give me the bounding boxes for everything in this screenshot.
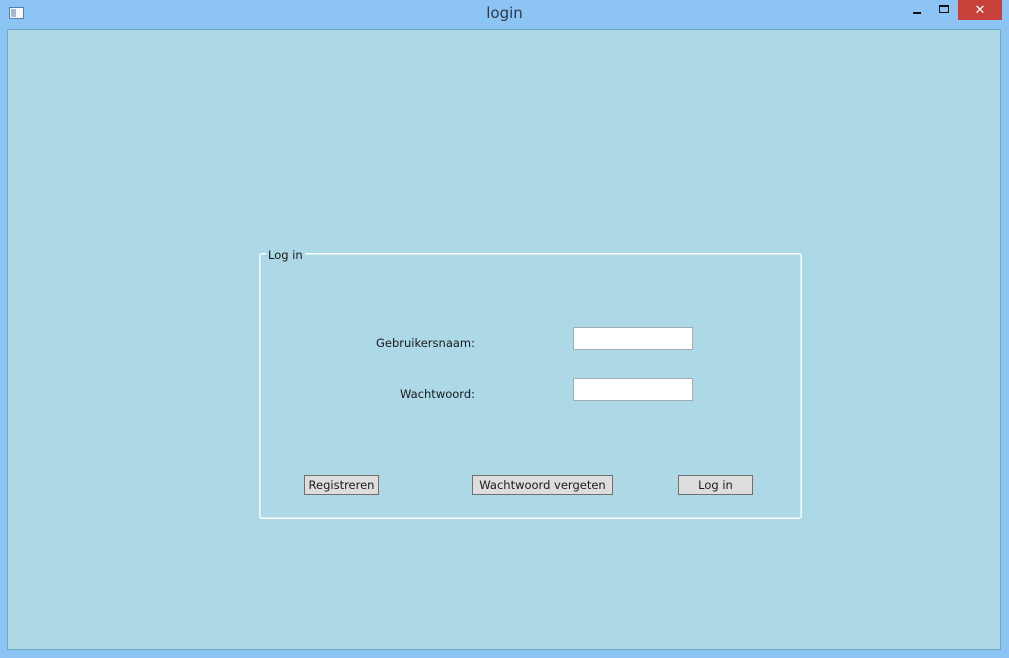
groupbox-legend: Log in — [266, 248, 305, 262]
password-label: Wachtwoord: — [400, 387, 475, 401]
login-window: login ✕ Log in Gebruikersnaam: Wachtwoor… — [0, 0, 1009, 658]
password-field-box[interactable] — [573, 378, 693, 401]
login-groupbox: Log in Gebruikersnaam: Wachtwoord: Regis… — [259, 248, 802, 519]
close-icon: ✕ — [974, 2, 986, 18]
maximize-button[interactable] — [931, 0, 957, 20]
maximize-icon — [939, 5, 949, 13]
forgot-password-button[interactable]: Wachtwoord vergeten — [472, 475, 613, 495]
minimize-button[interactable] — [904, 0, 930, 20]
username-input[interactable] — [574, 328, 692, 350]
username-field-box[interactable] — [573, 327, 693, 350]
register-button[interactable]: Registreren — [304, 475, 379, 495]
minimize-icon — [913, 12, 921, 14]
close-button[interactable]: ✕ — [958, 0, 1002, 20]
username-label: Gebruikersnaam: — [375, 336, 475, 350]
title-bar[interactable]: login ✕ — [0, 0, 1009, 28]
window-title: login — [486, 4, 523, 22]
window-client-area: Log in Gebruikersnaam: Wachtwoord: Regis… — [7, 29, 1001, 650]
password-input[interactable] — [574, 379, 692, 401]
login-button[interactable]: Log in — [678, 475, 753, 495]
